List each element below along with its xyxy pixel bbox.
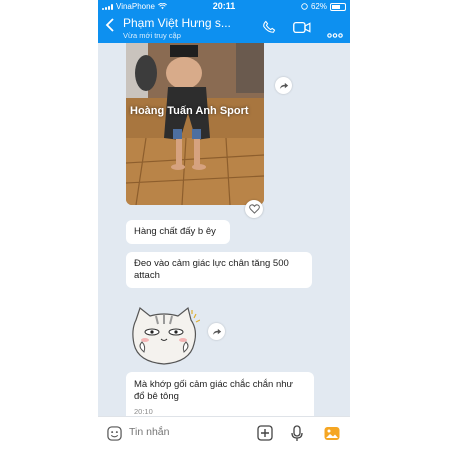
plus-icon[interactable] bbox=[257, 425, 273, 446]
message-input[interactable] bbox=[129, 426, 239, 438]
sticker-message[interactable] bbox=[128, 306, 201, 368]
battery-icon bbox=[330, 2, 346, 11]
status-bar: VinaPhone 20:11 62% bbox=[98, 0, 350, 13]
lock-rotation-icon bbox=[301, 3, 308, 10]
last-seen-status: Vừa mới truy cập bbox=[123, 31, 181, 40]
message-list[interactable]: Hoàng Tuấn Anh Sport Hàng chất đấy b êy … bbox=[98, 43, 350, 424]
share-icon[interactable] bbox=[208, 323, 225, 340]
photo-image bbox=[126, 43, 264, 205]
message-bubble[interactable]: Hàng chất đấy b êy bbox=[126, 220, 230, 244]
phone-screen: VinaPhone 20:11 62% Phạm Việt Hưng s... … bbox=[98, 0, 350, 449]
phone-icon[interactable] bbox=[262, 20, 276, 39]
heart-icon[interactable] bbox=[245, 200, 263, 218]
video-icon[interactable] bbox=[293, 21, 311, 39]
share-icon[interactable] bbox=[275, 77, 292, 94]
cat-sticker-image bbox=[132, 306, 201, 365]
image-icon[interactable] bbox=[324, 426, 340, 446]
status-right: 62% bbox=[301, 2, 346, 11]
message-text: Mà khớp gối cảm giác chắc chắn như đổ bê… bbox=[134, 379, 293, 402]
message-text: Hàng chất đấy b êy bbox=[134, 226, 216, 237]
back-arrow-icon[interactable] bbox=[105, 18, 115, 37]
photo-message[interactable]: Hoàng Tuấn Anh Sport bbox=[126, 43, 264, 205]
message-bubble[interactable]: Đeo vào cảm giác lực chân tăng 500 attac… bbox=[126, 252, 312, 288]
photo-watermark: Hoàng Tuấn Anh Sport bbox=[130, 105, 249, 117]
message-text: Đeo vào cảm giác lực chân tăng 500 attac… bbox=[134, 258, 289, 281]
sticker-icon[interactable] bbox=[107, 426, 122, 446]
chat-header: Phạm Việt Hưng s... Vừa mới truy cập bbox=[98, 13, 350, 43]
battery-percent: 62% bbox=[310, 2, 327, 11]
message-input-bar bbox=[98, 416, 350, 449]
microphone-icon[interactable] bbox=[291, 425, 303, 447]
more-icon[interactable] bbox=[327, 25, 343, 43]
contact-name[interactable]: Phạm Việt Hưng s... bbox=[123, 16, 231, 30]
